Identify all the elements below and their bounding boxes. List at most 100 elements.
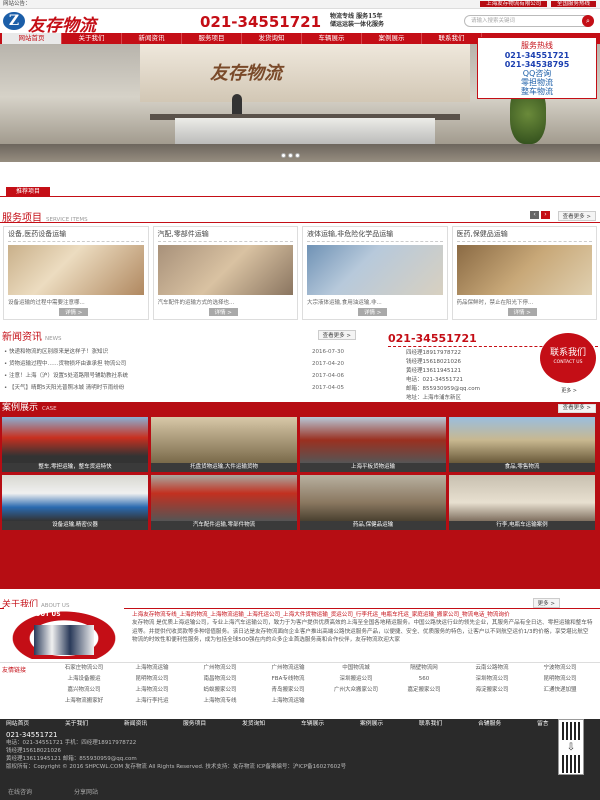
friend-link[interactable]: 蚂蚁搬家公司: [186, 685, 254, 696]
footer-nav-item[interactable]: 车辆展示: [301, 719, 360, 729]
nav-item-shipping[interactable]: 发货询知: [242, 33, 302, 44]
friend-link[interactable]: 宁波物流公司: [526, 663, 594, 674]
friend-link[interactable]: 上海物流公司: [118, 685, 186, 696]
nav-item-vehicles[interactable]: 车辆展示: [302, 33, 362, 44]
case-card[interactable]: 整车,零担运输，整车货运特快: [2, 417, 148, 472]
case-card[interactable]: 上海平板货物运输: [300, 417, 446, 472]
search-icon[interactable]: ⌕: [582, 15, 594, 27]
friend-link[interactable]: 深圳搬运公司: [322, 674, 390, 685]
friend-link[interactable]: 上海物流专线: [186, 696, 254, 707]
service-detail-button[interactable]: 详情 >: [59, 308, 89, 316]
case-card[interactable]: 行李,电瓶车运输案例: [449, 475, 595, 531]
footer-nav-item[interactable]: 新闻资讯: [124, 719, 183, 729]
top-link-hotline[interactable]: 全国服务热线: [550, 1, 596, 7]
nav-item-news[interactable]: 新闻资讯: [122, 33, 182, 44]
logo-icon[interactable]: Z: [3, 12, 25, 30]
search-placeholder: 请输入搜索关键词: [471, 18, 516, 24]
news-item[interactable]: • 货物运输过程中……货物损坏由谁承担 物流公司 2017-04-20: [4, 358, 374, 370]
online-chat-link[interactable]: 在线咨询: [8, 789, 32, 796]
friend-link[interactable]: 深圳物流公司: [458, 674, 526, 685]
top-link-company[interactable]: 上海友存物流有限公司: [480, 1, 548, 7]
service-card[interactable]: 液体运输,非危险化学品运输 大宗液体运输,食用油运输,非... 详情 >: [302, 226, 448, 320]
friend-link[interactable]: 云南公路物流: [458, 663, 526, 674]
service-title[interactable]: 汽配,零部件运输: [157, 229, 293, 242]
about-more-button[interactable]: 更多 >: [532, 598, 560, 608]
friend-link[interactable]: 上海物流运输: [254, 696, 322, 707]
service-card[interactable]: 医药,保健品运输 药品保鲜时，禁止在阳光下停... 详情 >: [451, 226, 597, 320]
news-item[interactable]: • 快递和物流的区别原来是这样子！涨知识 2016-07-30: [4, 346, 374, 358]
logo-text[interactable]: 友存物流: [28, 11, 96, 36]
friend-link[interactable]: 560: [390, 674, 458, 685]
services-more-button[interactable]: 查看更多 >: [557, 211, 596, 221]
cases-more-button[interactable]: 查看更多 >: [557, 404, 596, 413]
banner-dot-3[interactable]: [295, 153, 300, 158]
friend-link[interactable]: 中国物流城: [322, 663, 390, 674]
friend-link[interactable]: 上海物流运输: [118, 663, 186, 674]
service-detail-button[interactable]: 详情 >: [208, 308, 238, 316]
float-ftl-link[interactable]: 整车物流: [478, 87, 596, 96]
friend-link[interactable]: 汇通快递加盟: [526, 685, 594, 696]
share-site-link[interactable]: 分享网站: [74, 789, 98, 796]
float-ltl-link[interactable]: 零担物流: [478, 78, 596, 87]
next-icon[interactable]: ›: [541, 211, 550, 219]
service-image[interactable]: [307, 245, 443, 295]
search-input[interactable]: 请输入搜索关键词 ⌕: [464, 15, 594, 27]
footer-nav-item[interactable]: 发货询知: [242, 719, 301, 729]
news-item[interactable]: • 【天气】晴朗5天阳光普照冰城 清明时节雨纷纷 2017-04-05: [4, 382, 374, 394]
service-image[interactable]: [456, 245, 592, 295]
friend-link[interactable]: 嘉定搬家公司: [390, 685, 458, 696]
news-more-button[interactable]: 查看更多 >: [317, 330, 356, 340]
friend-link[interactable]: 上海设备搬运: [50, 674, 118, 685]
friend-link[interactable]: 昆明物流公司: [118, 674, 186, 685]
case-card[interactable]: 食品,零售物流: [449, 417, 595, 472]
float-qq-link[interactable]: QQ咨询: [478, 69, 596, 78]
prev-icon[interactable]: ‹: [530, 211, 540, 219]
case-card[interactable]: 汽车配件运输,零部件物流: [151, 475, 297, 531]
service-desc: 大宗液体运输,食用油运输,非...: [307, 300, 382, 306]
friend-link[interactable]: 上海物流搬家好: [50, 696, 118, 707]
footer-nav-item[interactable]: 关于我们: [65, 719, 124, 729]
friend-link[interactable]: 海淀搬家公司: [458, 685, 526, 696]
friend-link[interactable]: FBA专线物流: [254, 674, 322, 685]
service-title[interactable]: 液体运输,非危险化学品运输: [307, 229, 443, 242]
friend-link[interactable]: 昆明物流公司: [526, 674, 594, 685]
service-detail-button[interactable]: 详情 >: [507, 308, 537, 316]
friend-link[interactable]: 嘉兴物流公司: [50, 685, 118, 696]
nav-item-cases[interactable]: 案例展示: [362, 33, 422, 44]
service-card[interactable]: 设备,医药设备运输 设备运输的过程中需要注意哪... 详情 >: [3, 226, 149, 320]
banner-dot-1[interactable]: [281, 153, 286, 158]
about-keyword-links[interactable]: 上海友存物流专线_上海的物流_上海物流运输_上海托运公司_上海大件货物运输_货运…: [132, 611, 594, 619]
friend-link[interactable]: 广州大众搬家公司: [322, 685, 390, 696]
news-item[interactable]: • 注意！上海（沪）设置5处道路限号辅助教社系统 2017-04-06: [4, 370, 374, 382]
footer-nav: 网站首页 关于我们 新闻资讯 服务项目 发货询知 车辆展示 案例展示 联系我们 合辅服务 留言: [0, 719, 600, 729]
nav-item-services[interactable]: 服务项目: [182, 33, 242, 44]
case-card[interactable]: 设备运输,精密仪器: [2, 475, 148, 531]
service-image[interactable]: [157, 245, 293, 295]
footer-nav-item[interactable]: 案例展示: [360, 719, 419, 729]
friend-link[interactable]: 石家庄物流公司: [50, 663, 118, 674]
friend-link[interactable]: 广州物流公司: [186, 663, 254, 674]
service-title[interactable]: 设备,医药设备运输: [8, 229, 144, 242]
case-card[interactable]: 药品,保健品运输: [300, 475, 446, 531]
footer-nav-item[interactable]: 网站首页: [6, 719, 65, 729]
service-card[interactable]: 汽配,零部件运输 汽车配件的运输方式的选择也... 详情 >: [152, 226, 298, 320]
friend-link[interactable]: 南昌物流公司: [186, 674, 254, 685]
case-card[interactable]: 托盘货物运输,大件运输货物: [151, 417, 297, 472]
friend-link[interactable]: 广州物流运输: [254, 663, 322, 674]
service-desc: 汽车配件的运输方式的选择也...: [157, 300, 235, 306]
banner-dot-2[interactable]: [288, 153, 293, 158]
footer-nav-item[interactable]: 服务项目: [183, 719, 242, 729]
footer-line3: 版权所有：Copyright © 2016 SHPCWL.COM 友存物流 Al…: [6, 764, 347, 770]
friend-link[interactable]: 上海行李托运: [118, 696, 186, 707]
footer-nav-item[interactable]: 合辅服务: [478, 719, 537, 729]
friend-link[interactable]: 青岛搬家公司: [254, 685, 322, 696]
service-detail-button[interactable]: 详情 >: [358, 308, 388, 316]
friend-link[interactable]: 隔壁物流网: [390, 663, 458, 674]
service-title[interactable]: 医药,保健品运输: [456, 229, 592, 242]
footer-nav-item[interactable]: 联系我们: [419, 719, 478, 729]
service-image[interactable]: [8, 245, 144, 295]
contact-more-button[interactable]: 更多 >: [558, 387, 580, 394]
qr-code-icon[interactable]: ⇩: [558, 719, 584, 775]
nav-item-contact[interactable]: 联系我们: [422, 33, 482, 44]
contact-badge[interactable]: 联系我们 CONTACT US: [540, 333, 596, 383]
